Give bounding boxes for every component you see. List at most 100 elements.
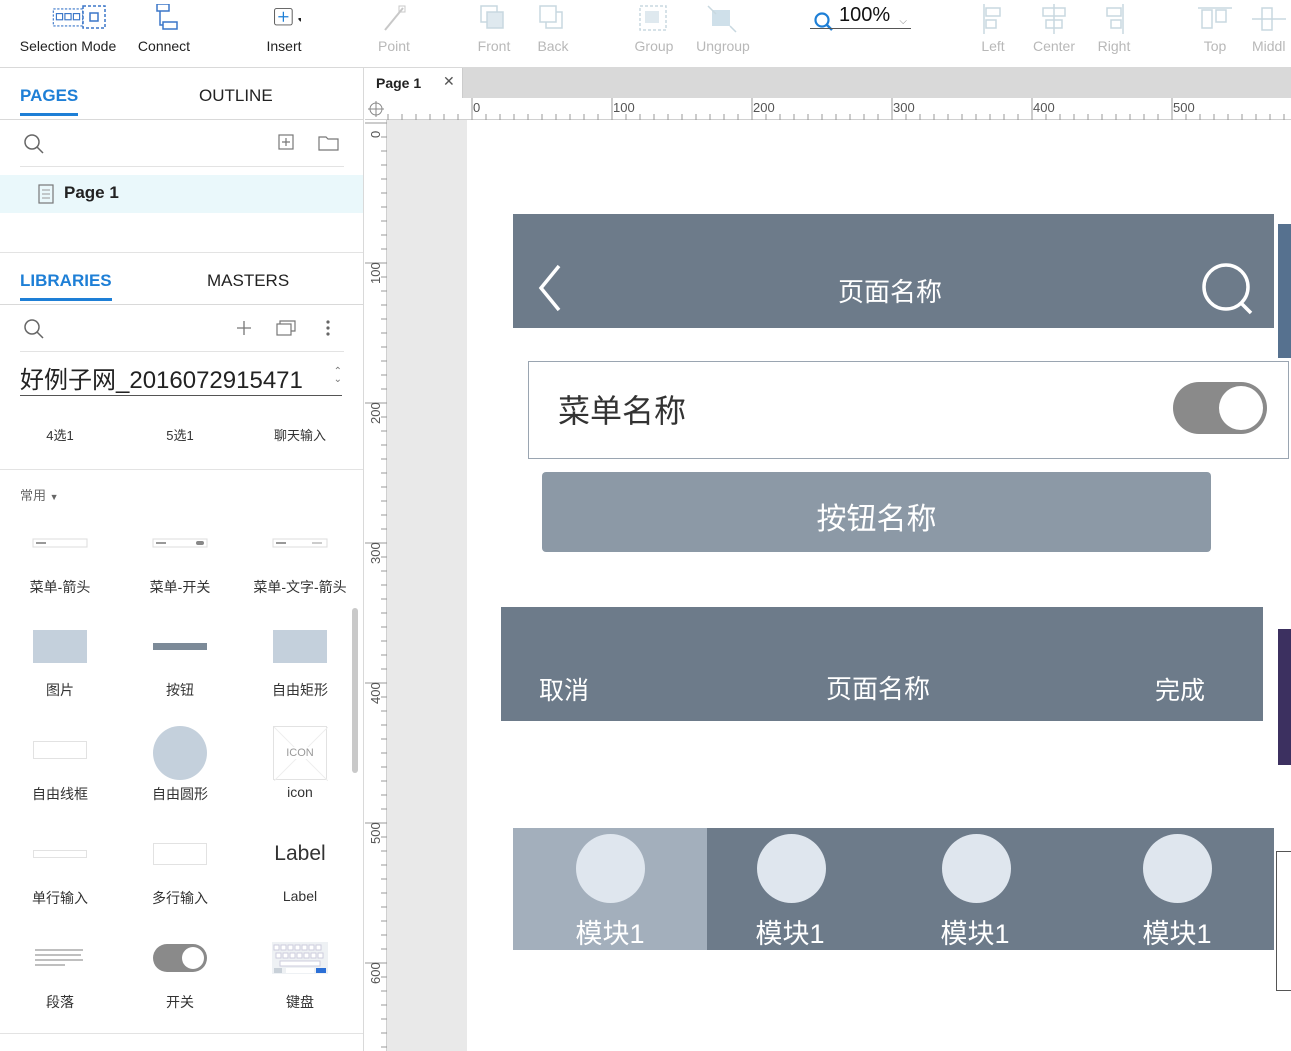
- libraries-tabs: LIBRARIES MASTERS: [0, 253, 364, 305]
- widget-frame[interactable]: 自由线框: [0, 720, 120, 820]
- close-icon[interactable]: ✕: [443, 73, 455, 90]
- library-quick-item[interactable]: 5选1: [120, 425, 240, 444]
- tab-pages[interactable]: PAGES: [20, 86, 79, 116]
- toggle-switch[interactable]: [1173, 382, 1267, 434]
- module-label[interactable]: 模块1: [740, 912, 840, 951]
- align-top-button[interactable]: Top: [1185, 0, 1245, 68]
- tab-libraries[interactable]: LIBRARIES: [20, 271, 112, 301]
- cancel-text[interactable]: 取消: [539, 671, 589, 707]
- widget-keyboard[interactable]: 键盘: [240, 928, 360, 1028]
- module-circle-icon: [942, 834, 1011, 903]
- front-label: Front: [477, 38, 511, 54]
- align-middle-button[interactable]: Middl: [1252, 0, 1291, 68]
- front-button[interactable]: Front: [464, 0, 524, 68]
- module-circle-icon: [576, 834, 645, 903]
- vertical-ruler: 0 100 200 300 400 500 600: [365, 120, 387, 1051]
- align-middle-label: Middl: [1252, 38, 1286, 54]
- page-list-item[interactable]: Page 1: [0, 175, 363, 213]
- point-button[interactable]: Point: [364, 0, 424, 68]
- add-library-icon[interactable]: [235, 319, 253, 337]
- library-select[interactable]: 好例子网_2016072915471 ⌃ ⌄: [20, 360, 342, 396]
- tab-masters[interactable]: MASTERS: [207, 271, 289, 291]
- widget-image[interactable]: 图片: [0, 616, 120, 716]
- paragraph-thumb: [0, 928, 120, 988]
- library-scrollbar[interactable]: [352, 608, 358, 773]
- add-page-icon[interactable]: [278, 134, 296, 152]
- primary-button[interactable]: 按钮名称: [542, 472, 1211, 552]
- align-left-button[interactable]: Left: [963, 0, 1023, 68]
- tab-module-1[interactable]: 模块1: [513, 828, 707, 950]
- widget-label: 菜单-文字-箭头: [253, 579, 347, 595]
- library-quick-item[interactable]: 4选1: [0, 425, 120, 444]
- widget-label: 自由圆形: [152, 786, 208, 802]
- divider: [0, 469, 363, 470]
- search-icon[interactable]: [22, 132, 46, 156]
- group-button[interactable]: Group: [624, 0, 684, 68]
- selection-frame-icon[interactable]: [80, 0, 110, 68]
- module-label[interactable]: 模块1: [1127, 912, 1227, 951]
- insert-button[interactable]: Insert: [254, 0, 314, 68]
- widget-icon[interactable]: ICON icon: [240, 720, 360, 820]
- widget-paragraph[interactable]: 段落: [0, 928, 120, 1028]
- pages-search-row: [20, 121, 344, 167]
- zoom-control[interactable]: 100% ⌵: [810, 4, 911, 31]
- section-header[interactable]: 常用 ▼: [20, 485, 59, 504]
- point-label: Point: [378, 38, 410, 54]
- single-input-thumb: [0, 824, 120, 884]
- widget-multi-input[interactable]: 多行输入: [120, 824, 240, 924]
- align-top-icon: [1198, 0, 1232, 34]
- circle-thumb: [120, 720, 240, 780]
- page-name: Page 1: [64, 183, 119, 202]
- tab-outline[interactable]: OUTLINE: [199, 86, 273, 106]
- menu-title: 菜单名称: [558, 393, 687, 429]
- widget-menu-switch[interactable]: 菜单-开关: [120, 513, 240, 613]
- keyboard-thumb: [240, 928, 360, 988]
- widget-label: 菜单-开关: [149, 579, 211, 595]
- widget-switch[interactable]: 开关: [120, 928, 240, 1028]
- widget-label: 自由线框: [32, 786, 88, 802]
- connect-button[interactable]: Connect: [134, 0, 194, 68]
- done-text[interactable]: 完成: [1155, 671, 1205, 707]
- ruler-tick-label: 400: [1033, 100, 1055, 115]
- align-center-button[interactable]: Center: [1024, 0, 1084, 68]
- align-right-button[interactable]: Right: [1084, 0, 1144, 68]
- align-middle-icon: [1252, 0, 1286, 34]
- widget-rectangle[interactable]: 自由矩形: [240, 616, 360, 716]
- libraries-search-row: [20, 306, 344, 352]
- edge-element[interactable]: [1278, 629, 1291, 765]
- widget-menu-arrow[interactable]: 菜单-箭头: [0, 513, 120, 613]
- search-icon[interactable]: [22, 317, 46, 341]
- widget-label: 菜单-箭头: [29, 579, 91, 595]
- module-label[interactable]: 模块1: [925, 912, 1025, 951]
- widget-button[interactable]: 按钮: [120, 616, 240, 716]
- nav-bar[interactable]: 页面名称: [513, 214, 1274, 328]
- editor-tab-bar: Page 1 ✕: [365, 68, 1291, 98]
- widget-single-input[interactable]: 单行输入: [0, 824, 120, 924]
- edge-element[interactable]: [1278, 224, 1291, 358]
- back-arrow-icon[interactable]: [537, 264, 567, 314]
- search-icon[interactable]: [1201, 262, 1255, 316]
- ruler-tick-label: 100: [368, 262, 383, 284]
- connect-label: Connect: [137, 38, 191, 54]
- group-label: Group: [634, 38, 674, 54]
- widget-menu-text-arrow[interactable]: 菜单-文字-箭头: [240, 513, 360, 613]
- header-title: 页面名称: [826, 674, 931, 704]
- ungroup-button[interactable]: Ungroup: [693, 0, 753, 68]
- tab-page-1[interactable]: Page 1 ✕: [365, 68, 463, 98]
- align-top-label: Top: [1203, 38, 1227, 54]
- widget-label: 多行输入: [152, 890, 208, 906]
- edge-element[interactable]: [1276, 851, 1291, 991]
- back-button[interactable]: Back: [523, 0, 583, 68]
- group-icon: [637, 0, 671, 34]
- ruler-tick-label: 0: [473, 100, 481, 115]
- add-folder-icon[interactable]: [318, 134, 340, 152]
- library-copies-icon[interactable]: [276, 319, 298, 337]
- menu-item-switch[interactable]: 菜单名称: [528, 361, 1289, 459]
- header-bar[interactable]: 取消 页面名称 完成: [501, 607, 1263, 721]
- library-quick-item[interactable]: 聊天输入: [240, 425, 360, 444]
- more-vertical-icon[interactable]: [324, 319, 332, 337]
- widget-circle[interactable]: 自由圆形: [120, 720, 240, 820]
- widget-label[interactable]: Label Label: [240, 824, 360, 924]
- align-right-label: Right: [1097, 38, 1131, 54]
- ruler-tick-label: 100: [613, 100, 635, 115]
